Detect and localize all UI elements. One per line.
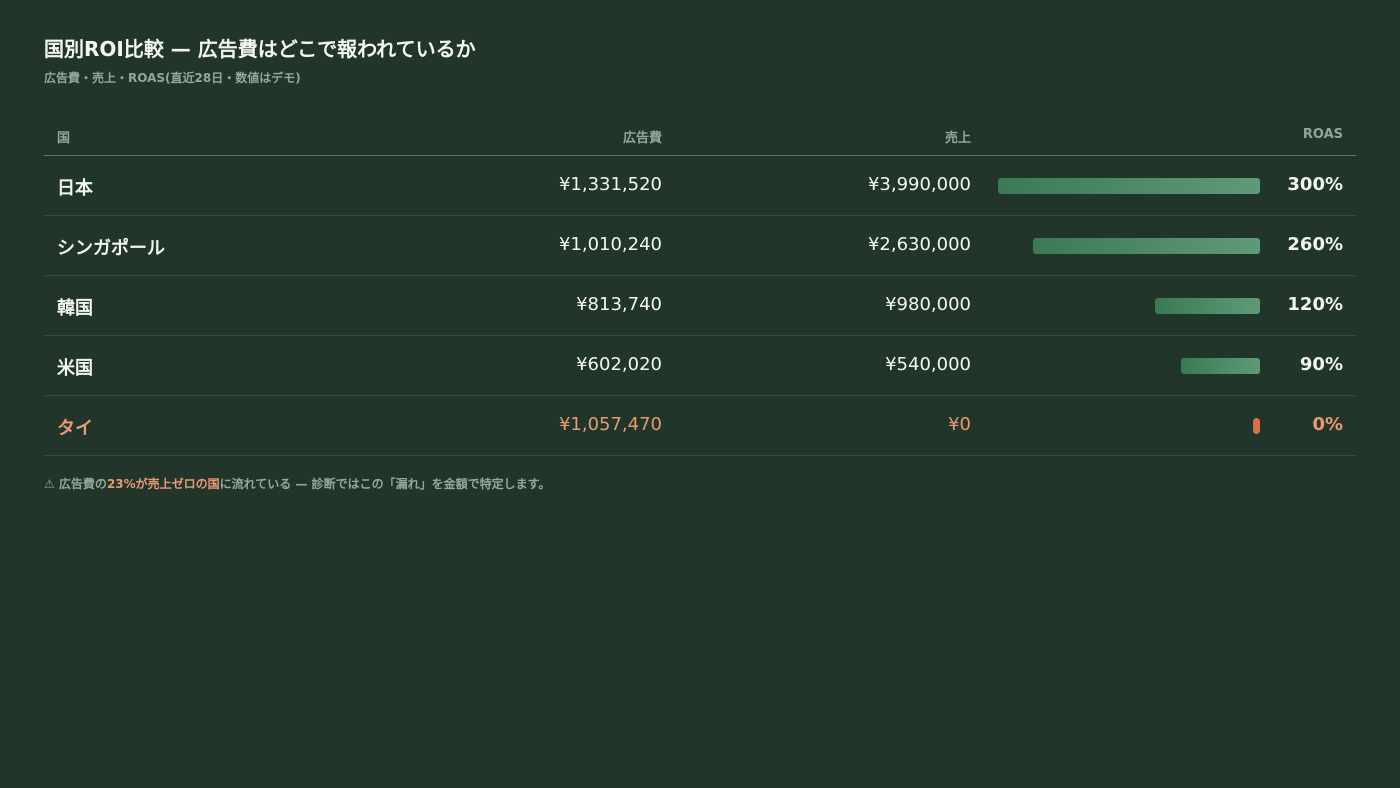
- spend-cell: ¥1,331,520: [558, 174, 662, 195]
- roas-value: 260%: [1287, 234, 1343, 255]
- column-header-roas: ROAS: [1302, 127, 1343, 142]
- roas-value: 120%: [1287, 294, 1343, 315]
- page-title: 国別ROI比較 — 広告費はどこで報われているか: [44, 37, 476, 61]
- spend-cell: ¥1,010,240: [558, 234, 662, 255]
- roi-comparison-page: 国別ROI比較 — 広告費はどこで報われているか 広告費・売上・ROAS(直近2…: [0, 0, 1400, 788]
- table-row: 米国 ¥602,020 ¥540,000 90%: [44, 336, 1356, 396]
- column-header-sales: 売上: [944, 131, 971, 146]
- sales-cell: ¥980,000: [885, 294, 971, 315]
- roas-bar-track: [998, 418, 1260, 434]
- sales-cell: ¥3,990,000: [867, 174, 971, 195]
- column-header-spend: 広告費: [622, 131, 662, 146]
- footnote: ⚠ 広告費の23%が売上ゼロの国に流れている — 診断ではこの「漏れ」を金額で特…: [44, 475, 550, 492]
- roas-bar: [1253, 418, 1260, 434]
- sales-cell: ¥540,000: [885, 354, 971, 375]
- page-subtitle: 広告費・売上・ROAS(直近28日・数値はデモ): [44, 71, 301, 85]
- sales-cell: ¥2,630,000: [867, 234, 971, 255]
- table-row-warning: タイ ¥1,057,470 ¥0 0%: [44, 396, 1356, 456]
- roas-value: 90%: [1299, 354, 1343, 375]
- country-cell: シンガポール: [57, 238, 165, 259]
- roas-bar-track: [998, 178, 1260, 194]
- roas-bar-track: [998, 238, 1260, 254]
- table-row: 韓国 ¥813,740 ¥980,000 120%: [44, 276, 1356, 336]
- roas-value: 300%: [1287, 174, 1343, 195]
- roas-bar: [1181, 358, 1260, 374]
- spend-cell: ¥1,057,470: [558, 414, 662, 435]
- roas-bar: [1032, 238, 1260, 254]
- roi-table: 国 広告費 売上 ROAS 日本 ¥1,331,520 ¥3,990,000 3…: [44, 116, 1356, 456]
- country-cell: 韓国: [57, 298, 93, 319]
- country-cell: タイ: [57, 418, 93, 439]
- table-row: 日本 ¥1,331,520 ¥3,990,000 300%: [44, 156, 1356, 216]
- roas-value: 0%: [1312, 414, 1343, 435]
- footnote-prefix: ⚠ 広告費の: [44, 477, 107, 491]
- footnote-highlight: 23%が売上ゼロの国: [106, 477, 220, 491]
- spend-cell: ¥813,740: [576, 294, 662, 315]
- sales-cell: ¥0: [948, 414, 971, 435]
- footnote-suffix: に流れている — 診断ではこの「漏れ」を金額で特定します。: [219, 477, 551, 491]
- table-header: 国 広告費 売上 ROAS: [44, 116, 1356, 156]
- country-cell: 米国: [57, 358, 93, 379]
- country-cell: 日本: [57, 178, 93, 199]
- table-row: シンガポール ¥1,010,240 ¥2,630,000 260%: [44, 216, 1356, 276]
- roas-bar-track: [998, 298, 1260, 314]
- roas-bar: [1155, 298, 1260, 314]
- spend-cell: ¥602,020: [576, 354, 662, 375]
- roas-bar: [998, 178, 1260, 194]
- column-header-country: 国: [57, 131, 71, 146]
- roas-bar-track: [998, 358, 1260, 374]
